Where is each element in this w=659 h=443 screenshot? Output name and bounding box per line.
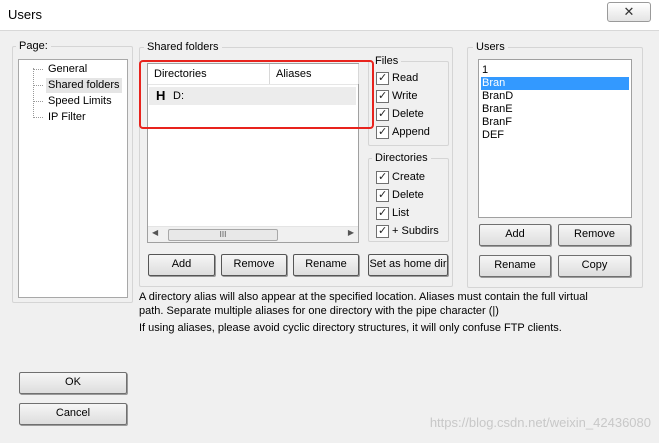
user-item-selected[interactable]: Bran [481,77,629,90]
window-title: Users [8,7,42,22]
checkbox-box [376,223,389,239]
close-button[interactable]: ✕ [607,2,651,22]
close-icon: ✕ [623,4,635,19]
checkbox-box [376,205,389,221]
checkbox-box [376,106,389,122]
tree-stem [33,117,43,118]
page-tree: General Shared folders Speed Limits IP F… [18,59,128,298]
scroll-thumb[interactable]: III [168,229,278,241]
files-label: Files [372,55,402,67]
alias-info-line-1: A directory alias will also appear at th… [139,291,588,303]
shared-folders-label: Shared folders [144,41,222,53]
tree-stem [33,85,43,86]
users-label: Users [473,41,508,53]
remove-folder-button[interactable]: Remove [221,254,287,276]
cancel-button[interactable]: Cancel [19,403,127,425]
users-list[interactable]: 1 Bran BranD BranE BranF DEF [478,59,632,218]
user-item[interactable]: BranD [481,90,629,103]
user-item[interactable]: 1 [481,64,629,77]
directories-label: Directories [372,152,431,164]
page-item-ip-filter[interactable]: IP Filter [33,110,123,125]
set-home-dir-button[interactable]: Set as home dir [368,254,448,276]
page-item-shared-folders[interactable]: Shared folders [33,78,123,93]
copy-user-button[interactable]: Copy [558,255,631,277]
user-item[interactable]: BranF [481,116,629,129]
checkbox-box [376,187,389,203]
checkbox-box [376,88,389,104]
user-item[interactable]: BranE [481,103,629,116]
page-group-label: Page: [16,40,51,52]
scroll-right-icon[interactable]: ▶ [348,228,354,237]
title-bar: Users ✕ [0,0,659,31]
add-folder-button[interactable]: Add [148,254,215,276]
checkbox-box [376,70,389,86]
page-item-speed-limits[interactable]: Speed Limits [33,94,123,109]
tree-stem [33,69,43,70]
add-user-button[interactable]: Add [479,224,551,246]
alias-info-line-2: path. Separate multiple aliases for one … [139,305,499,317]
highlight-box [139,60,374,129]
tree-stem [33,101,43,102]
rename-folder-button[interactable]: Rename [293,254,359,276]
horizontal-scrollbar[interactable]: ◀ III ▶ [148,226,358,242]
rename-user-button[interactable]: Rename [479,255,551,277]
user-item[interactable]: DEF [481,129,629,142]
checkbox-box [376,124,389,140]
alias-info-line-3: If using aliases, please avoid cyclic di… [139,322,562,334]
remove-user-button[interactable]: Remove [558,224,631,246]
watermark: https://blog.csdn.net/weixin_42436080 [429,415,651,430]
page-item-general[interactable]: General [33,62,123,77]
scroll-left-icon[interactable]: ◀ [152,228,158,237]
checkbox-box [376,169,389,185]
ok-button[interactable]: OK [19,372,127,394]
